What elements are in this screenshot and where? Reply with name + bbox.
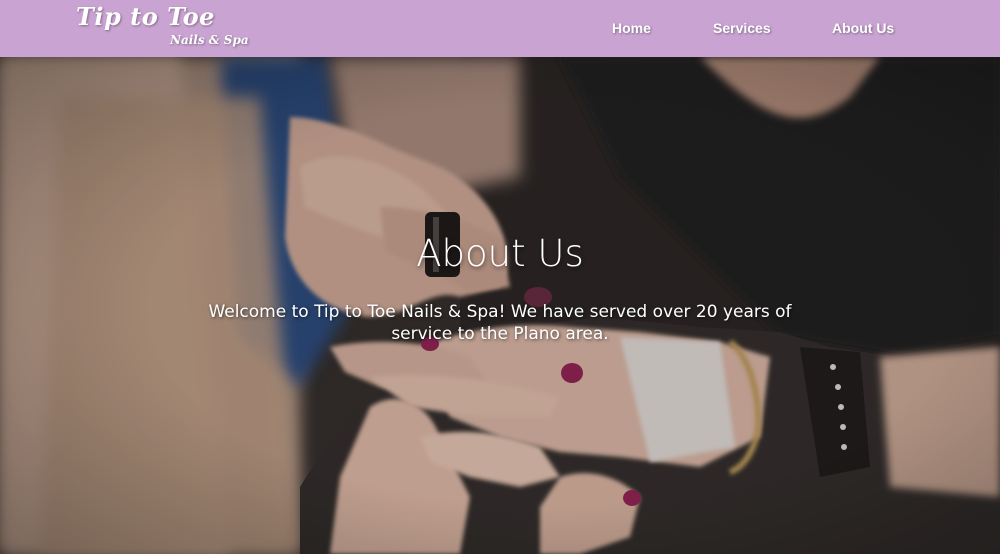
hero-section: About Us Welcome to Tip to Toe Nails & S… (0, 57, 1000, 554)
hero-title: About Us (416, 232, 584, 275)
nav-services-link[interactable]: Services (713, 20, 771, 36)
navbar: Tip to Toe Nails & Spa Home Services Abo… (0, 0, 1000, 57)
hero-description: Welcome to Tip to Toe Nails & Spa! We ha… (208, 302, 792, 344)
nav-about-link[interactable]: About Us (832, 20, 894, 36)
nav-home-link[interactable]: Home (612, 20, 651, 36)
brand-title: Tip to Toe (76, 2, 215, 31)
brand-logo[interactable]: Tip to Toe Nails & Spa (76, 0, 266, 57)
brand-subtitle: Nails & Spa (170, 33, 249, 47)
